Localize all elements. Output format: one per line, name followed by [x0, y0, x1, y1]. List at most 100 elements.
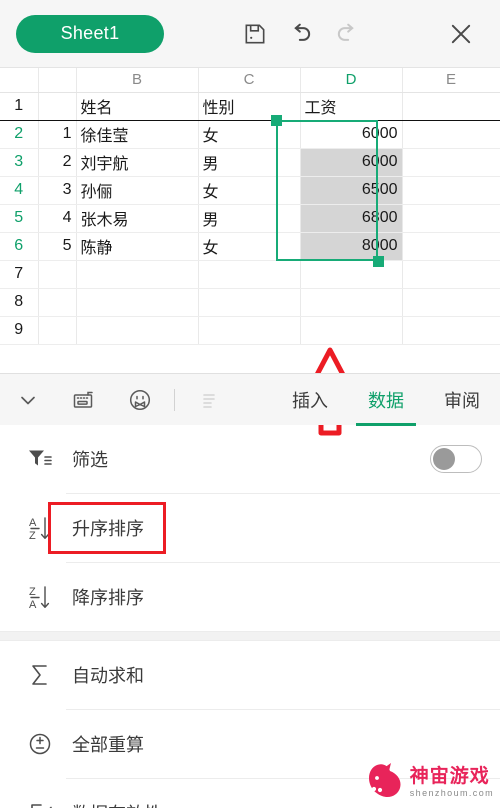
row-header-2[interactable]: 2 [0, 120, 39, 149]
menu-item-sort-descending[interactable]: Z A 降序排序 [0, 563, 500, 631]
row-header-3[interactable]: 3 [0, 148, 39, 177]
menu-item-sort-ascending-label: 升序排序 [72, 519, 144, 539]
table-row: 3 2 刘宇航 男 6000 [0, 148, 500, 177]
menu-item-filter-label: 筛选 [72, 450, 108, 470]
cell-e5[interactable] [402, 204, 500, 233]
filter-toggle[interactable] [430, 445, 482, 473]
cell-b1[interactable]: 姓名 [76, 92, 199, 121]
filter-toggle-knob [433, 448, 455, 470]
row-header-7[interactable]: 7 [0, 260, 39, 289]
cell-b5[interactable]: 张木易 [76, 204, 199, 233]
cell-c3[interactable]: 男 [198, 148, 301, 177]
cell-d5[interactable]: 6800 [300, 204, 403, 233]
keyboard-icon[interactable] [56, 374, 112, 426]
cell-d7[interactable] [300, 260, 403, 289]
table-row: 7 [0, 260, 500, 289]
redo-icon [324, 11, 370, 57]
table-row: 1 姓名 性别 工资 [0, 92, 500, 121]
cell-c4[interactable]: 女 [198, 176, 301, 205]
validation-icon [14, 799, 66, 808]
face-icon[interactable] [112, 374, 168, 426]
menu-item-autosum[interactable]: 自动求和 [0, 641, 500, 709]
chevron-down-icon[interactable] [0, 374, 56, 426]
selection-handle-bottom-right[interactable] [373, 256, 384, 267]
cell-c8[interactable] [198, 288, 301, 317]
cell-a1[interactable] [37, 92, 77, 121]
column-header-c[interactable]: C [198, 68, 301, 93]
watermark-en-text: shenzhoum.com [409, 787, 494, 798]
cell-a3[interactable]: 2 [37, 148, 77, 177]
cell-c1[interactable]: 性别 [198, 92, 301, 121]
ribbon-divider [174, 388, 175, 411]
cell-d1[interactable]: 工资 [300, 92, 403, 121]
cell-e7[interactable] [402, 260, 500, 289]
menu-item-sort-descending-label: 降序排序 [72, 588, 144, 608]
cell-b3[interactable]: 刘宇航 [76, 148, 199, 177]
svg-text:Z: Z [29, 530, 36, 542]
corner-cell[interactable] [0, 68, 39, 93]
cell-c7[interactable] [198, 260, 301, 289]
cell-e8[interactable] [402, 288, 500, 317]
column-header-b[interactable]: B [76, 68, 199, 93]
cell-a5[interactable]: 4 [37, 204, 77, 233]
menu-item-sort-ascending[interactable]: A Z 升序排序 [0, 494, 500, 562]
cell-c9[interactable] [198, 316, 301, 345]
cell-d3[interactable]: 6000 [300, 148, 403, 177]
tab-review[interactable]: 审阅 [424, 374, 500, 426]
tab-insert-label: 插入 [292, 390, 328, 411]
cell-b2[interactable]: 徐佳莹 [76, 120, 199, 149]
cell-e6[interactable] [402, 232, 500, 261]
cell-d2[interactable]: 6000 [300, 120, 403, 149]
cell-d4[interactable]: 6500 [300, 176, 403, 205]
cell-b4[interactable]: 孙俪 [76, 176, 199, 205]
table-row: 2 1 徐佳莹 女 6000 [0, 120, 500, 149]
column-header-d[interactable]: D [300, 68, 403, 93]
column-header-e[interactable]: E [402, 68, 500, 93]
undo-icon[interactable] [278, 11, 324, 57]
table-row: 6 5 陈静 女 8000 [0, 232, 500, 261]
cell-e3[interactable] [402, 148, 500, 177]
cell-e9[interactable] [402, 316, 500, 345]
column-header-a[interactable] [38, 68, 77, 93]
row-header-8[interactable]: 8 [0, 288, 39, 317]
cell-a6[interactable]: 5 [37, 232, 77, 261]
svg-text:A: A [29, 517, 37, 529]
row-header-6[interactable]: 6 [0, 232, 39, 261]
cell-e2[interactable] [402, 120, 500, 149]
cell-a2[interactable]: 1 [37, 120, 77, 149]
table-row: 9 [0, 316, 500, 345]
sort-asc-icon: A Z [14, 513, 66, 543]
cell-d6[interactable]: 8000 [300, 232, 403, 261]
cell-b7[interactable] [76, 260, 199, 289]
svg-text:Z: Z [29, 586, 36, 598]
data-menu-list: 筛选 A Z 升序排序 Z A 降序排序 自动求和 全部重算 [0, 425, 500, 808]
cell-c5[interactable]: 男 [198, 204, 301, 233]
cell-d8[interactable] [300, 288, 403, 317]
cell-b8[interactable] [76, 288, 199, 317]
close-icon[interactable] [438, 11, 484, 57]
cell-e4[interactable] [402, 176, 500, 205]
cell-a7[interactable] [38, 260, 77, 289]
cell-b9[interactable] [76, 316, 199, 345]
row-header-9[interactable]: 9 [0, 316, 39, 345]
cell-a8[interactable] [38, 288, 77, 317]
row-header-1[interactable]: 1 [0, 92, 39, 121]
row-header-5[interactable]: 5 [0, 204, 39, 233]
tab-data[interactable]: 数据 [348, 374, 424, 426]
cell-e1[interactable] [402, 92, 500, 121]
cell-c6[interactable]: 女 [198, 232, 301, 261]
cell-b6[interactable]: 陈静 [76, 232, 199, 261]
row-header-4[interactable]: 4 [0, 176, 39, 205]
sheet-tab-sheet1[interactable]: Sheet1 [16, 14, 164, 53]
menu-item-filter[interactable]: 筛选 [0, 425, 500, 493]
list-icon [181, 374, 237, 426]
tab-insert[interactable]: 插入 [272, 374, 348, 426]
cell-a9[interactable] [38, 316, 77, 345]
spreadsheet-grid[interactable]: B C D E 1 姓名 性别 工资 2 1 徐佳莹 女 6000 3 2 刘宇… [0, 68, 500, 436]
grid-table: B C D E 1 姓名 性别 工资 2 1 徐佳莹 女 6000 3 2 刘宇… [0, 68, 500, 345]
cell-c2[interactable]: 女 [198, 120, 301, 149]
save-icon[interactable] [232, 11, 278, 57]
cell-a4[interactable]: 3 [37, 176, 77, 205]
selection-handle-top-left[interactable] [271, 115, 282, 126]
cell-d9[interactable] [300, 316, 403, 345]
